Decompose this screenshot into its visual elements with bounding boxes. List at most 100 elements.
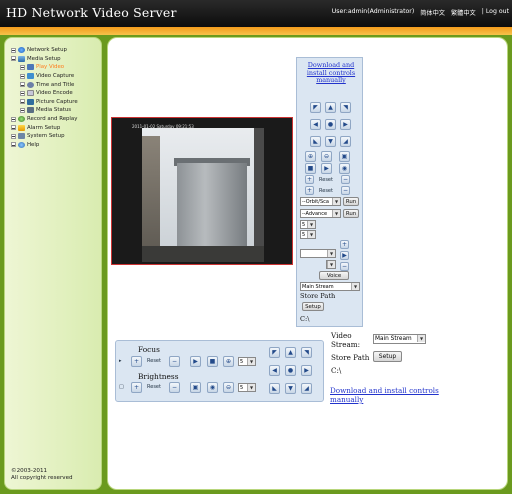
- snapshot-icon[interactable]: ▣: [190, 382, 201, 393]
- ptz-left-button[interactable]: ◀: [310, 119, 321, 130]
- voice-button[interactable]: Voice: [319, 271, 349, 280]
- expand-icon[interactable]: [11, 116, 16, 122]
- logout-link[interactable]: Log out: [486, 8, 509, 17]
- plus-button[interactable]: +: [305, 175, 314, 184]
- zoom-out-icon[interactable]: ⊖: [321, 151, 332, 162]
- ptz-down-button[interactable]: ▼: [285, 383, 296, 394]
- sidebar-item-network-setup[interactable]: Network Setup: [11, 46, 78, 55]
- sidebar-item-record-and-replay[interactable]: Record and Replay: [11, 115, 78, 124]
- expand-icon[interactable]: [20, 82, 25, 88]
- expand-icon[interactable]: [20, 107, 25, 113]
- record-icon[interactable]: ◉: [339, 163, 350, 174]
- download-controls-link[interactable]: Download and install controls manually: [305, 61, 357, 85]
- advance-select[interactable]: --Advance: [300, 209, 341, 218]
- lang-simplified-link[interactable]: 简体中文: [420, 8, 445, 17]
- video-ground: [142, 246, 264, 262]
- play-icon[interactable]: ▶: [321, 163, 332, 174]
- sidebar: Network Setup Media Setup Play Video Vid…: [4, 37, 102, 490]
- user-label: User:admin(Administrator): [331, 8, 415, 15]
- sidebar-item-system-setup[interactable]: System Setup: [11, 132, 78, 141]
- advance-run-button[interactable]: Run: [343, 209, 359, 218]
- preset-select[interactable]: [300, 249, 336, 258]
- minus-button[interactable]: −: [341, 175, 350, 184]
- play-icon[interactable]: ▶: [190, 356, 201, 367]
- expand-icon[interactable]: [11, 133, 16, 139]
- minus-button[interactable]: −: [340, 262, 349, 271]
- focus-plus-button[interactable]: +: [131, 356, 142, 367]
- ptz-left-button[interactable]: ◀: [269, 365, 280, 376]
- sidebar-item-media-status[interactable]: Media Status: [11, 106, 78, 115]
- reset-label[interactable]: Reset: [319, 188, 333, 194]
- speed-select-b[interactable]: 5: [300, 230, 316, 239]
- expand-icon[interactable]: [20, 73, 25, 79]
- ptz-up-right-button[interactable]: ◥: [301, 347, 312, 358]
- minus-button[interactable]: −: [341, 186, 350, 195]
- reset-label[interactable]: Reset: [319, 177, 333, 183]
- brightness-plus-button[interactable]: +: [131, 382, 142, 393]
- sidebar-item-video-encode[interactable]: Video Encode: [11, 89, 78, 98]
- sidebar-item-picture-capture[interactable]: Picture Capture: [11, 98, 78, 107]
- plus-button[interactable]: +: [305, 186, 314, 195]
- expand-icon[interactable]: [11, 47, 16, 53]
- ptz-up-button[interactable]: ▲: [325, 102, 336, 113]
- ptz-up-left-button[interactable]: ◤: [269, 347, 280, 358]
- stop-icon[interactable]: ■: [207, 356, 218, 367]
- expand-icon[interactable]: [20, 64, 25, 70]
- sidebar-item-play-video[interactable]: Play Video: [11, 63, 78, 72]
- ptz-home-button[interactable]: ●: [325, 119, 336, 130]
- reset-label[interactable]: Reset: [147, 358, 161, 364]
- speed-select-a[interactable]: 5: [300, 220, 316, 229]
- video-capture-icon: [27, 73, 34, 80]
- sidebar-item-label: Video Capture: [36, 73, 75, 80]
- video-preview[interactable]: 2011-01-02 Saturday 09:21:53: [111, 117, 293, 265]
- cruise-select[interactable]: [326, 260, 336, 269]
- lang-traditional-link[interactable]: 繁體中文: [451, 8, 476, 17]
- reset-label[interactable]: Reset: [147, 384, 161, 390]
- stop-icon[interactable]: ■: [305, 163, 316, 174]
- expand-icon[interactable]: [11, 125, 16, 131]
- record-icon[interactable]: ◉: [207, 382, 218, 393]
- arrow-right-button[interactable]: ▶: [340, 251, 349, 260]
- focus-minus-button[interactable]: −: [169, 356, 180, 367]
- ptz-down-right-button[interactable]: ◢: [301, 383, 312, 394]
- stream-select[interactable]: Main Stream: [300, 282, 360, 291]
- sidebar-item-video-capture[interactable]: Video Capture: [11, 72, 78, 81]
- ptz-down-left-button[interactable]: ◣: [269, 383, 280, 394]
- expand-icon[interactable]: [20, 99, 25, 105]
- brightness-speed-select[interactable]: 5: [238, 383, 256, 392]
- ptz-down-right-button[interactable]: ◢: [340, 136, 351, 147]
- video-building: [177, 163, 247, 251]
- setup-button[interactable]: Setup: [373, 351, 402, 362]
- expand-icon[interactable]: [11, 142, 16, 148]
- focus-speed-select[interactable]: 5: [238, 357, 256, 366]
- orbit-run-button[interactable]: Run: [343, 197, 359, 206]
- ptz-up-button[interactable]: ▲: [285, 347, 296, 358]
- ptz-down-left-button[interactable]: ◣: [310, 136, 321, 147]
- sidebar-item-alarm-setup[interactable]: Alarm Setup: [11, 123, 78, 132]
- ptz-down-button[interactable]: ▼: [325, 136, 336, 147]
- brightness-minus-button[interactable]: −: [169, 382, 180, 393]
- sidebar-item-media-setup[interactable]: Media Setup: [11, 55, 78, 64]
- orbit-scan-select[interactable]: --Orbit/Sca: [300, 197, 341, 206]
- ptz-up-right-button[interactable]: ◥: [340, 102, 351, 113]
- expand-icon[interactable]: [20, 90, 25, 96]
- focus-label: Focus: [138, 345, 160, 354]
- plus-button[interactable]: +: [340, 240, 349, 249]
- snapshot-icon[interactable]: ▣: [339, 151, 350, 162]
- ptz-right-button[interactable]: ▶: [340, 119, 351, 130]
- zoom-in-icon[interactable]: ⊕: [305, 151, 316, 162]
- sidebar-item-time-and-title[interactable]: Time and Title: [11, 80, 78, 89]
- download-controls-link[interactable]: Download and install controls manually: [330, 386, 440, 404]
- zoom-in-icon[interactable]: ⊕: [223, 356, 234, 367]
- user-links: User:admin(Administrator) 简体中文 繁體中文 | Lo…: [326, 8, 509, 17]
- sidebar-item-help[interactable]: Help: [11, 141, 78, 150]
- video-stream-select[interactable]: Main Stream: [373, 334, 426, 344]
- zoom-out-icon[interactable]: ⊖: [223, 382, 234, 393]
- collapse-icon[interactable]: [11, 56, 16, 62]
- store-path-value: C:\: [300, 315, 310, 323]
- setup-button[interactable]: Setup: [302, 302, 324, 311]
- ptz-right-button[interactable]: ▶: [301, 365, 312, 376]
- ptz-up-left-button[interactable]: ◤: [310, 102, 321, 113]
- video-wall: [142, 136, 160, 262]
- ptz-home-button[interactable]: ●: [285, 365, 296, 376]
